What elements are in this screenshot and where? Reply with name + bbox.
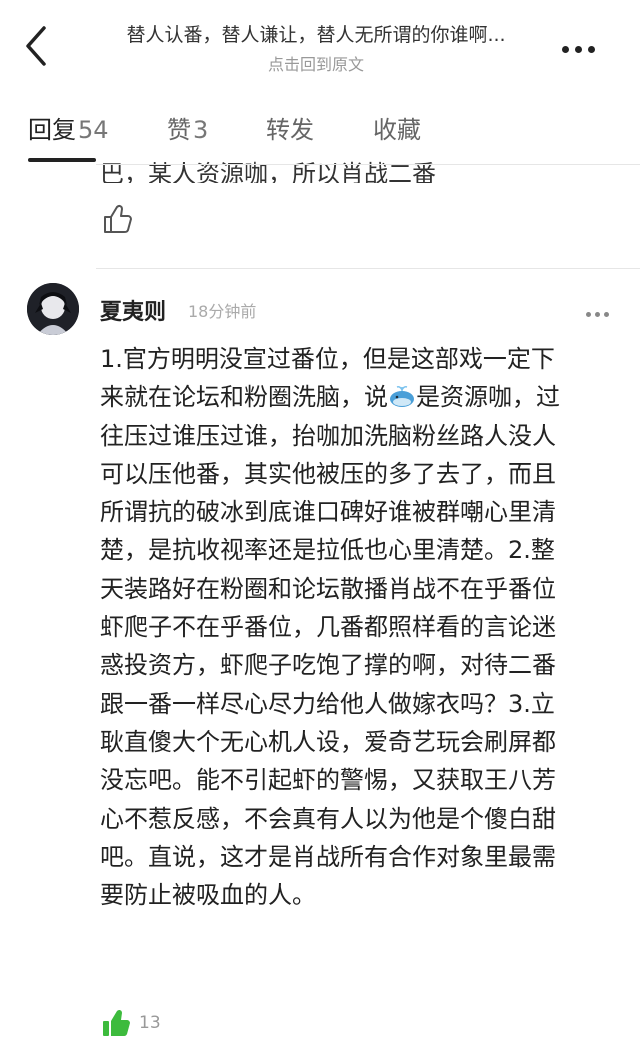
divider [96,164,640,165]
comment-line: 虾爬子不在乎番位，几番都照样看的言论迷 [100,613,556,642]
comment-line: 所谓抗的破冰到底谁口碑好谁被群嘲心里清 [100,498,556,527]
back-to-original-link[interactable]: 点击回到原文 [78,51,554,75]
comment-body: 1.官方明明没宣过番位，但是这部戏一定下 来就在论坛和粉圈洗脑，说 是资源咖，过 … [100,340,620,914]
tab-favorites[interactable]: 收藏 [373,110,421,145]
comment-line: 吧。直说，这才是肖战所有合作对象里最需 [100,842,556,871]
avatar-image [27,283,79,335]
tab-likes[interactable]: 赞3 [167,110,208,145]
comment-timestamp: 18分钟前 [188,302,257,321]
tab-label: 收藏 [373,116,421,144]
comment-line: 心不惹反感，不会真有人以为他是个傻白甜 [100,804,556,833]
avatar[interactable] [27,283,79,335]
divider [96,268,640,269]
page-title: 替人认番，替人谦让，替人无所谓的你谁啊... [126,24,506,46]
comment-line: 来就在论坛和粉圈洗脑，说 是资源咖，过 [100,378,620,416]
tab-reposts[interactable]: 转发 [266,110,314,145]
tab-count: 3 [193,116,209,144]
more-dots-icon [586,312,591,317]
comment-line: 楚，是抗收视率还是拉低也心里清楚。2.整 [100,536,555,565]
comment-line: 跟一番一样尽心尽力给他人做嫁衣吗？3.立 [100,689,555,718]
whale-emoji-icon [388,381,416,408]
more-dot [595,312,600,317]
comment-line: 天装路好在粉圈和论坛散播肖战不在乎番位 [100,574,556,603]
back-button[interactable] [18,22,58,70]
tab-bar: 回复54 赞3 转发 收藏 [0,106,640,164]
more-dot [604,312,609,317]
thumbs-up-filled-icon [103,1009,130,1036]
comment-line: 没忘吧。能不引起虾的警惕，又获取王八芳 [100,766,556,795]
comment-like-button[interactable] [101,1008,131,1038]
comment-line: 往压过谁压过谁，抬咖加洗脑粉丝路人没人 [100,421,556,450]
comment-more-button[interactable] [586,302,614,317]
active-tab-indicator [28,158,96,162]
tab-label: 转发 [266,116,314,144]
previous-comment-text: 巴，某人资源咖，所以肖战二番 [100,160,436,183]
more-dot [588,46,595,53]
tab-label: 回复 [28,116,76,144]
comment-line: 可以压他番，其实他被压的多了去了，而且 [100,459,556,488]
comment-username[interactable]: 夏夷则 [100,294,166,326]
tab-replies[interactable]: 回复54 [28,110,109,145]
comment-line: 耿直傻大个无心机人设，爱奇艺玩会刷屏都 [100,727,556,756]
comment-line: 惑投资方，虾爬子吃饱了撑的啊，对待二番 [100,651,556,680]
more-dot [575,46,582,53]
more-dots-icon [562,46,569,53]
comment-line-text: 来就在论坛和粉圈洗脑，说 [100,383,388,412]
thumbs-up-outline-icon [104,204,132,233]
comment-line-text: 是资源咖，过 [416,383,560,412]
like-count: 13 [139,1013,161,1033]
tab-label: 赞 [167,116,191,144]
comment-line: 1.官方明明没宣过番位，但是这部戏一定下 [100,345,555,373]
chevron-left-icon [26,26,46,66]
top-bar: 替人认番，替人谦让，替人无所谓的你谁啊... 点击回到原文 [0,0,640,90]
comment-line: 要防止被吸血的人。 [100,881,316,910]
previous-comment-like-button[interactable] [102,203,132,235]
tab-count: 54 [78,116,109,144]
more-button[interactable] [562,38,606,54]
